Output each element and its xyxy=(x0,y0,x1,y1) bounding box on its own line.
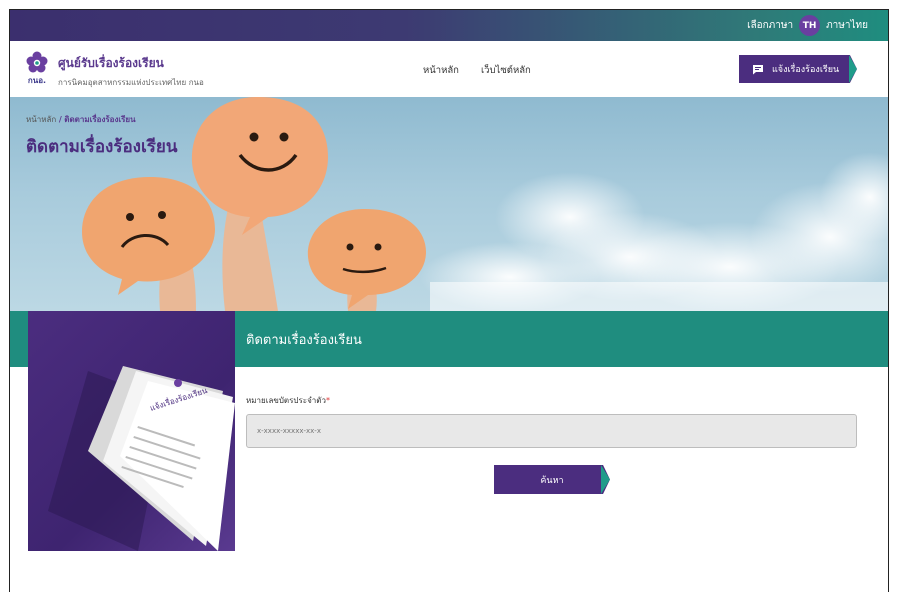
nav-item-main-website[interactable]: เว็บไซต์หลัก xyxy=(481,63,531,78)
breadcrumb: หน้าหลัก / ติดตามเรื่องร้องเรียน xyxy=(26,113,136,126)
sad-face-bubble xyxy=(82,177,215,295)
main-nav: หน้าหลัก เว็บไซต์หลัก xyxy=(423,63,531,78)
button-accent-edge xyxy=(601,465,610,494)
logo-text: กนอ. xyxy=(28,76,46,85)
id-number-label-text: หมายเลขบัตรประจำตัว xyxy=(246,396,326,405)
brand: ศูนย์รับเรื่องร้องเรียน การนิคมอุตสาหกรร… xyxy=(58,54,204,89)
language-name[interactable]: ภาษาไทย xyxy=(826,18,868,33)
organization-logo[interactable]: กนอ. xyxy=(24,49,50,87)
top-bar: เลือกภาษา TH ภาษาไทย xyxy=(10,10,888,41)
brand-title: ศูนย์รับเรื่องร้องเรียน xyxy=(58,56,164,70)
report-complaint-label: แจ้งเรื่องร้องเรียน xyxy=(772,65,840,75)
report-complaint-button[interactable]: แจ้งเรื่องร้องเรียน xyxy=(739,55,857,83)
neutral-face-bubble xyxy=(307,209,426,309)
document-illustration: แจ้งเรื่องร้องเรียน xyxy=(48,366,235,551)
language-badge[interactable]: TH xyxy=(799,15,821,36)
site-header: กนอ. ศูนย์รับเรื่องร้องเรียน การนิคมอุตส… xyxy=(10,41,888,97)
complaint-document-image: แจ้งเรื่องร้องเรียน xyxy=(28,311,235,551)
search-button-label: ค้นหา xyxy=(540,475,564,486)
breadcrumb-home[interactable]: หน้าหลัก xyxy=(26,115,56,124)
id-number-input[interactable] xyxy=(246,414,857,448)
page-frame: เลือกภาษา TH ภาษาไทย กนอ. ศูนย์รับเรื่อง… xyxy=(9,9,889,592)
brand-subtitle: การนิคมอุตสาหกรรมแห่งประเทศไทย กนอ xyxy=(58,78,204,87)
page-title: ติดตามเรื่องร้องเรียน xyxy=(26,137,178,157)
message-icon xyxy=(753,64,763,74)
hero-banner: หน้าหลัก / ติดตามเรื่องร้องเรียน ติดตามเ… xyxy=(10,97,888,311)
language-label: เลือกภาษา xyxy=(747,20,794,31)
hero-illustration xyxy=(82,97,888,311)
breadcrumb-current: ติดตามเรื่องร้องเรียน xyxy=(64,115,136,124)
button-accent-edge xyxy=(849,55,857,83)
breadcrumb-separator: / xyxy=(58,115,62,124)
search-button[interactable]: ค้นหา xyxy=(494,465,610,494)
nav-item-home[interactable]: หน้าหลัก xyxy=(423,63,459,78)
id-number-label: หมายเลขบัตรประจำตัว* xyxy=(246,394,330,407)
section-title: ติดตามเรื่องร้องเรียน xyxy=(246,333,362,348)
required-mark: * xyxy=(325,396,330,405)
